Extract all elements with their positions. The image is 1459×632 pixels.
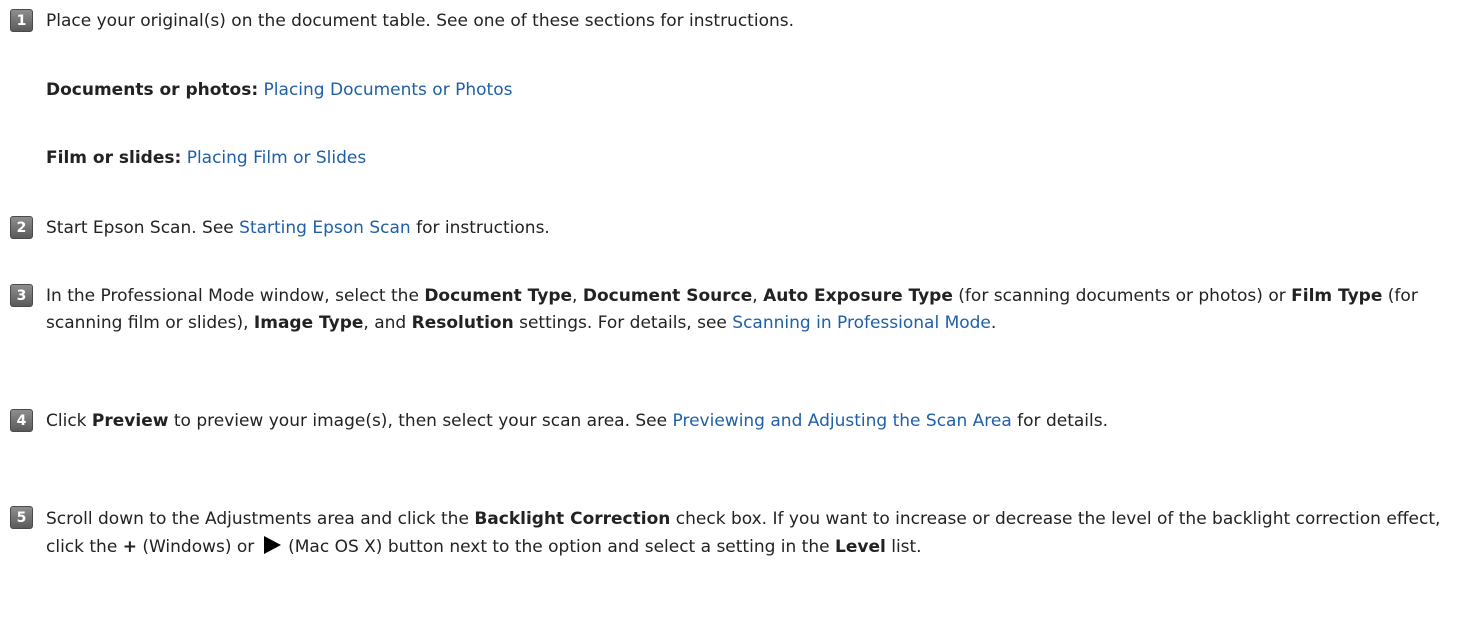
step-4-text: Click Preview to preview your image(s), …: [46, 411, 1108, 431]
section-film-slides: Film or slides: Placing Film or Slides: [46, 145, 366, 172]
step-number-badge: 4: [10, 409, 33, 432]
step-1-text: Place your original(s) on the document t…: [46, 11, 794, 31]
step-3-text: In the Professional Mode window, select …: [46, 286, 1418, 333]
starting-epson-scan-link[interactable]: Starting Epson Scan: [239, 218, 411, 238]
step-number-badge: 1: [10, 9, 33, 32]
instructions-page: 1 Place your original(s) on the document…: [0, 0, 1459, 632]
section-label: Film or slides:: [46, 148, 182, 168]
scanning-professional-mode-link[interactable]: Scanning in Professional Mode: [732, 313, 991, 333]
placing-film-link[interactable]: Placing Film or Slides: [187, 148, 367, 168]
step-number-badge: 3: [10, 284, 33, 307]
step-2-text: Start Epson Scan. See Starting Epson Sca…: [46, 218, 550, 238]
section-label: Documents or photos:: [46, 80, 259, 100]
placing-documents-link[interactable]: Placing Documents or Photos: [264, 80, 513, 100]
step-5-text: Scroll down to the Adjustments area and …: [46, 509, 1441, 557]
play-triangle-icon: [263, 536, 281, 554]
section-documents-photos: Documents or photos: Placing Documents o…: [46, 77, 512, 104]
step-number-badge: 5: [10, 506, 33, 529]
previewing-scan-area-link[interactable]: Previewing and Adjusting the Scan Area: [673, 411, 1012, 431]
step-number-badge: 2: [10, 216, 33, 239]
